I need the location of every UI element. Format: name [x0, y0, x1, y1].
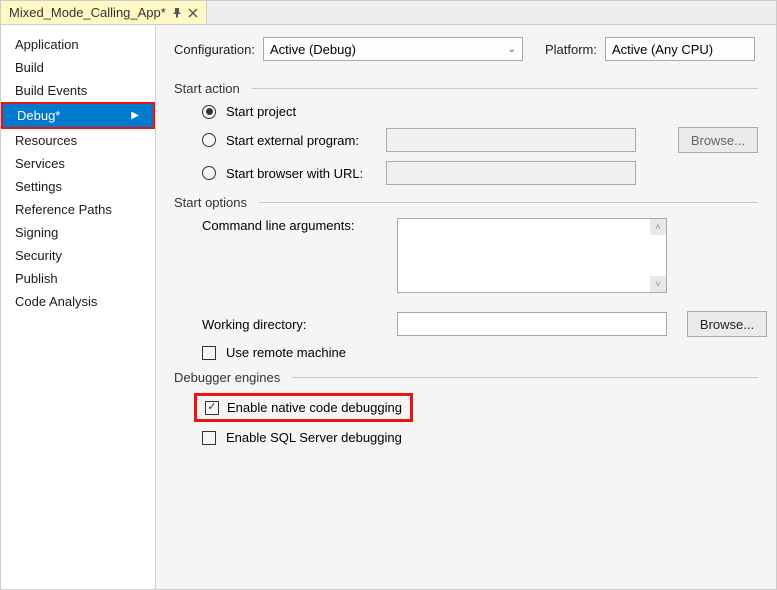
divider: [292, 377, 758, 378]
start-project-label: Start project: [226, 104, 296, 119]
pin-icon[interactable]: [172, 8, 182, 18]
platform-label: Platform:: [545, 42, 597, 57]
remote-machine-label: Use remote machine: [226, 345, 346, 360]
tab-title: Mixed_Mode_Calling_App*: [9, 5, 166, 20]
external-program-input[interactable]: [386, 128, 636, 152]
divider: [252, 88, 758, 89]
sidebar-item-code-analysis[interactable]: Code Analysis: [1, 290, 155, 313]
configuration-dropdown[interactable]: Active (Debug) ⌄: [263, 37, 523, 61]
chevron-right-icon: ▶: [131, 110, 139, 121]
main-panel: Configuration: Active (Debug) ⌄ Platform…: [156, 25, 776, 589]
cli-args-input[interactable]: ˄ ˅: [397, 218, 667, 293]
highlight-native-debugging: Enable native code debugging: [194, 393, 413, 422]
radio-start-browser[interactable]: [202, 166, 216, 180]
section-start-action-title: Start action: [174, 81, 252, 96]
working-dir-input[interactable]: [397, 312, 667, 336]
scroll-down-icon[interactable]: ˅: [650, 276, 666, 292]
configuration-value: Active (Debug): [270, 42, 356, 57]
browse-external-button[interactable]: Browse...: [678, 127, 758, 153]
tab-bar: Mixed_Mode_Calling_App*: [1, 1, 776, 25]
cli-args-label: Command line arguments:: [202, 218, 387, 233]
checkbox-sql-debugging[interactable]: [202, 431, 216, 445]
checkbox-native-debugging[interactable]: [205, 401, 219, 415]
sidebar-item-application[interactable]: Application: [1, 33, 155, 56]
sql-debugging-label: Enable SQL Server debugging: [226, 430, 402, 445]
sidebar-item-settings[interactable]: Settings: [1, 175, 155, 198]
radio-start-external[interactable]: [202, 133, 216, 147]
browser-url-input[interactable]: [386, 161, 636, 185]
start-external-label: Start external program:: [226, 133, 376, 148]
sidebar-item-reference-paths[interactable]: Reference Paths: [1, 198, 155, 221]
working-dir-label: Working directory:: [202, 317, 387, 332]
sidebar-item-signing[interactable]: Signing: [1, 221, 155, 244]
chevron-down-icon: ⌄: [508, 44, 516, 55]
sidebar-item-build[interactable]: Build: [1, 56, 155, 79]
close-icon[interactable]: [188, 8, 198, 18]
sidebar-item-debug[interactable]: Debug*▶: [1, 102, 155, 129]
browse-working-dir-button[interactable]: Browse...: [687, 311, 767, 337]
divider: [259, 202, 758, 203]
document-tab[interactable]: Mixed_Mode_Calling_App*: [1, 1, 207, 24]
native-debugging-label: Enable native code debugging: [227, 400, 402, 415]
sidebar-item-services[interactable]: Services: [1, 152, 155, 175]
sidebar-item-security[interactable]: Security: [1, 244, 155, 267]
section-start-options-title: Start options: [174, 195, 259, 210]
platform-value: Active (Any CPU): [612, 42, 713, 57]
start-browser-label: Start browser with URL:: [226, 166, 376, 181]
radio-start-project[interactable]: [202, 105, 216, 119]
sidebar-item-resources[interactable]: Resources: [1, 129, 155, 152]
sidebar: Application Build Build Events Debug*▶ R…: [1, 25, 156, 589]
platform-dropdown[interactable]: Active (Any CPU): [605, 37, 755, 61]
scroll-up-icon[interactable]: ˄: [650, 219, 666, 235]
checkbox-remote-machine[interactable]: [202, 346, 216, 360]
sidebar-item-build-events[interactable]: Build Events: [1, 79, 155, 102]
configuration-label: Configuration:: [174, 42, 255, 57]
sidebar-item-publish[interactable]: Publish: [1, 267, 155, 290]
section-debugger-title: Debugger engines: [174, 370, 292, 385]
